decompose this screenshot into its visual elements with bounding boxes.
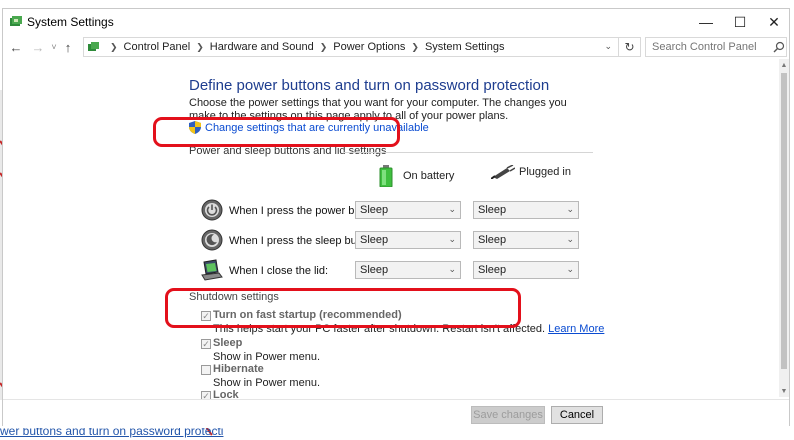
chevron-down-icon: ˅ [51, 42, 57, 52]
minimize-icon: — [699, 14, 713, 30]
control-panel-icon [88, 42, 99, 51]
chevron-down-icon: ⌄ [448, 234, 456, 244]
select-value: Sleep [478, 264, 507, 276]
breadcrumb-separator-icon: ❯ [411, 41, 419, 52]
minimize-button[interactable]: — [689, 9, 723, 35]
title-bar: System Settings — ☐ ✕ [3, 9, 789, 35]
close-button[interactable]: ✕ [757, 9, 791, 35]
chevron-down-icon: ⌄ [448, 264, 456, 274]
address-bar: ← → ˅ ↑ ❯ Control Panel ❯ Hardware and S… [3, 36, 789, 58]
maximize-icon: ☐ [733, 13, 747, 30]
power-button-plugged-select[interactable]: Sleep ⌄ [473, 201, 579, 219]
up-arrow-icon: ↑ [64, 39, 72, 55]
sleep-option-title: Sleep [213, 337, 243, 349]
plugged-in-label: Plugged in [519, 166, 571, 178]
select-value: Sleep [478, 204, 507, 216]
lid-plugged-select[interactable]: Sleep ⌄ [473, 261, 579, 279]
lid-row-label: When I close the lid: [229, 265, 329, 277]
refresh-button[interactable]: ↻ [619, 37, 641, 57]
breadcrumb-item[interactable]: Power Options [333, 41, 405, 53]
highlight-change-settings [153, 117, 400, 147]
breadcrumb-separator-icon: ❯ [196, 41, 204, 52]
laptop-lid-icon [201, 259, 223, 281]
search-input[interactable] [645, 37, 787, 57]
main-content: Define power buttons and turn on passwor… [3, 59, 779, 401]
select-value: Sleep [360, 204, 389, 216]
scroll-up-icon[interactable]: ▲ [779, 59, 789, 71]
forward-arrow-icon: → [31, 39, 45, 55]
learn-more-link[interactable]: Learn More [548, 323, 604, 335]
breadcrumb-item[interactable]: Control Panel [124, 41, 191, 53]
on-battery-column-header: On battery [379, 165, 454, 187]
control-panel-icon [10, 16, 22, 26]
up-button[interactable]: ↑ [59, 38, 77, 56]
sleep-button-plugged-select[interactable]: Sleep ⌄ [473, 231, 579, 249]
section-divider [343, 152, 593, 153]
hibernate-option-title: Hibernate [213, 363, 264, 375]
save-changes-button[interactable]: Save changes [471, 406, 545, 424]
power-button-battery-select[interactable]: Sleep ⌄ [355, 201, 461, 219]
power-button-icon [201, 199, 223, 221]
select-value: Sleep [478, 234, 507, 246]
back-arrow-icon: ← [9, 39, 23, 55]
breadcrumb-item[interactable]: System Settings [425, 41, 504, 53]
hibernate-checkbox[interactable] [201, 365, 211, 375]
sleep-button-icon [201, 229, 223, 251]
window-title: System Settings [27, 15, 114, 29]
chevron-down-icon: ⌄ [566, 234, 574, 244]
select-value: Sleep [360, 264, 389, 276]
scroll-down-icon[interactable]: ▼ [779, 385, 789, 397]
plugged-in-column-header: Plugged in [491, 165, 571, 179]
search-icon[interactable] [773, 41, 785, 53]
power-plug-icon [491, 165, 515, 179]
lid-battery-select[interactable]: Sleep ⌄ [355, 261, 461, 279]
refresh-icon: ↻ [624, 40, 635, 54]
sleep-option-description: Show in Power menu. [213, 351, 320, 363]
hibernate-option-description: Show in Power menu. [213, 377, 320, 389]
close-icon: ✕ [768, 13, 780, 30]
maximize-button[interactable]: ☐ [723, 9, 757, 35]
vertical-scrollbar[interactable]: ▲ ▼ [779, 59, 789, 397]
breadcrumb-separator-icon: ❯ [110, 41, 118, 52]
breadcrumb-item[interactable]: Hardware and Sound [210, 41, 314, 53]
breadcrumb-separator-icon: ❯ [319, 41, 328, 52]
system-settings-window: System Settings — ☐ ✕ ← → ˅ ↑ ❯ Control … [2, 8, 790, 428]
on-battery-label: On battery [403, 170, 455, 182]
page-title: Define power buttons and turn on passwor… [189, 77, 550, 94]
cancel-button[interactable]: Cancel [551, 406, 603, 424]
chevron-down-icon: ⌄ [448, 204, 456, 214]
footer-bar: Save changes Cancel [3, 399, 789, 428]
chevron-down-icon: ⌄ [566, 264, 574, 274]
chevron-down-icon[interactable]: ⌄ [604, 41, 612, 52]
select-value: Sleep [360, 234, 389, 246]
chevron-down-icon: ⌄ [566, 204, 574, 214]
highlight-fast-startup [165, 288, 521, 328]
scroll-thumb[interactable] [781, 73, 787, 369]
breadcrumb[interactable]: ❯ Control Panel ❯ Hardware and Sound ❯ P… [83, 37, 619, 57]
sleep-checkbox[interactable]: ✓ [201, 339, 211, 349]
back-button[interactable]: ← [7, 38, 25, 56]
battery-icon [379, 165, 393, 187]
sleep-button-battery-select[interactable]: Sleep ⌄ [355, 231, 461, 249]
